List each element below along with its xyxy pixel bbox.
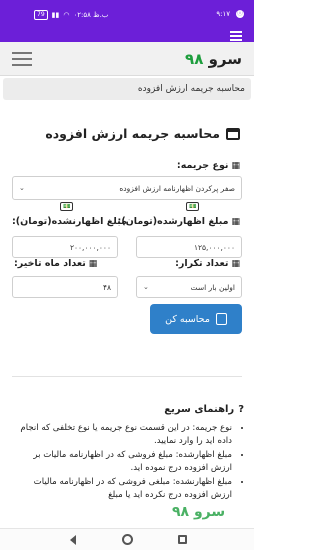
- status-bar: 79 ▮▮ ◠ ۰۲:۵۸ ب.ظ ۹:۱۷ ⓘ: [0, 0, 254, 28]
- page-title-text: محاسبه جریمه ارزش افزوده: [45, 126, 220, 141]
- list-item: مبلغ اظهارنشده: مبلغی فروشی که در اظهارن…: [14, 476, 232, 501]
- android-nav-bar: [0, 528, 254, 550]
- undeclared-amount-input[interactable]: ۲۰۰,۰۰۰,۰۰۰: [12, 236, 118, 258]
- penalty-type-value: صفر پرکردن اظهارنامه ارزش افزوده: [119, 183, 235, 193]
- question-icon: ?: [238, 404, 244, 415]
- delay-months-input[interactable]: ۴۸: [12, 276, 118, 298]
- hamburger-menu-icon[interactable]: [12, 52, 32, 66]
- declared-amount-value: ۱۲۵,۰۰۰,۰۰۰: [193, 242, 235, 252]
- status-time-left: ۰۲:۵۸ ب.ظ: [73, 11, 109, 19]
- repeat-count-label-row: ▦ تعداد تکرار:: [175, 258, 240, 269]
- chevron-down-icon: ⌄: [19, 184, 25, 192]
- penalty-type-label-row: ▦ نوع جریمه:: [177, 160, 240, 171]
- recent-apps-icon[interactable]: [178, 535, 187, 544]
- site-navbar: سرو ۹۸: [0, 42, 254, 76]
- window-icon: [226, 127, 240, 140]
- penalty-type-select[interactable]: صفر پرکردن اظهارنامه ارزش افزوده ⌄: [12, 176, 242, 200]
- status-left: 79 ▮▮ ◠ ۰۲:۵۸ ب.ظ: [34, 10, 108, 20]
- app-toolbar: [0, 28, 254, 42]
- undeclared-amount-label: مبلغ اظهارنشده(تومان):: [12, 216, 127, 227]
- brand-text: سرو: [208, 50, 242, 68]
- quick-guide-list: نوع جریمه: در این قسمت نوع جریمه یا نوع …: [14, 422, 246, 503]
- home-icon[interactable]: [122, 534, 133, 545]
- undeclared-money-icon: 💵: [60, 202, 74, 211]
- declared-amount-label-row: ▦ مبلغ اظهارشده(تومان):: [118, 216, 240, 227]
- brand-number: ۹۸: [185, 50, 204, 68]
- penalty-type-label: نوع جریمه:: [176, 160, 229, 171]
- declared-amount-input[interactable]: ۱۲۵,۰۰۰,۰۰۰: [136, 236, 242, 258]
- back-icon[interactable]: [70, 535, 76, 545]
- quick-guide-title-text: راهنمای سریع: [164, 404, 235, 415]
- delay-months-value: ۴۸: [102, 282, 111, 292]
- map-icon: ▦: [231, 258, 240, 269]
- status-time-right: ۹:۱۷: [216, 10, 230, 18]
- repeat-count-label: تعداد تکرار:: [175, 258, 229, 269]
- calculate-button[interactable]: محاسبه کن: [150, 304, 242, 334]
- watermark-logo: سرو ۹۸: [172, 504, 226, 520]
- repeat-count-value: اولین بار است: [190, 282, 235, 292]
- map-icon: ▦: [231, 160, 240, 171]
- notification-icon: ⓘ: [236, 10, 244, 18]
- map-icon: ▦: [231, 216, 240, 227]
- brand-logo[interactable]: سرو ۹۸: [185, 50, 242, 68]
- page-title: محاسبه جریمه ارزش افزوده: [45, 126, 240, 141]
- declared-money-icon: 💵: [186, 202, 200, 211]
- undeclared-amount-value: ۲۰۰,۰۰۰,۰۰۰: [69, 242, 111, 252]
- battery-indicator: 79: [34, 10, 48, 20]
- status-right: ۹:۱۷ ⓘ: [216, 10, 244, 18]
- calculator-icon: [215, 313, 227, 325]
- grid-icon: ▦: [88, 258, 98, 269]
- calculate-button-label: محاسبه کن: [165, 313, 210, 325]
- divider: [12, 376, 242, 377]
- repeat-count-select[interactable]: اولین بار است ⌄: [136, 276, 242, 298]
- chevron-down-icon: ⌄: [143, 283, 149, 291]
- delay-months-label: تعداد ماه تاخیر:: [14, 258, 86, 269]
- list-item: مبلغ اظهارشده: مبلغ فروشی که در اظهارنام…: [14, 449, 232, 474]
- quick-guide-title: ? راهنمای سریع: [164, 404, 244, 415]
- declared-amount-label: مبلغ اظهارشده(تومان):: [117, 216, 229, 227]
- undeclared-amount-label-row: مبلغ اظهارنشده(تومان):: [12, 216, 127, 227]
- signal-icon: ▮▮: [51, 11, 60, 19]
- delay-months-label-row: ▦ تعداد ماه تاخیر:: [14, 258, 97, 269]
- breadcrumb[interactable]: محاسبه جریمه ارزش افزوده: [3, 78, 251, 100]
- wifi-icon: ◠: [63, 11, 70, 19]
- list-item: نوع جریمه: در این قسمت نوع جریمه یا نوع …: [14, 422, 232, 447]
